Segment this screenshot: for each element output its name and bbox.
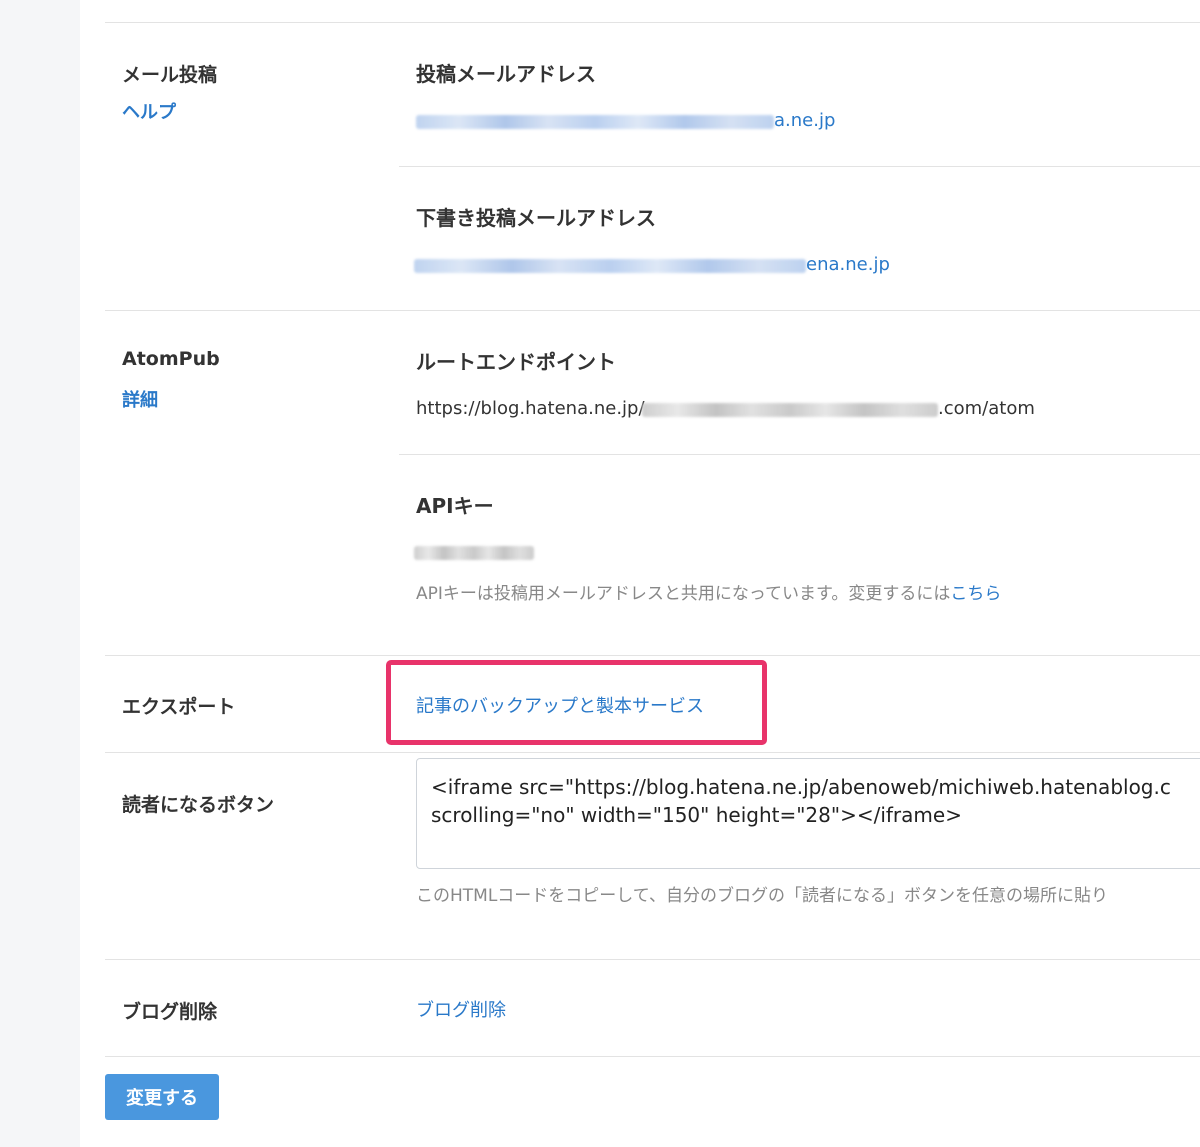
subscribe-code-note: このHTMLコードをコピーして、自分のブログの「読者になる」ボタンを任意の場所に…: [416, 886, 1108, 906]
submit-changes-button[interactable]: 変更する: [105, 1074, 219, 1120]
divider: [105, 1056, 1200, 1057]
draft-address-title: 下書き投稿メールアドレス: [416, 206, 656, 230]
export-label: エクスポート: [122, 696, 236, 718]
endpoint-prefix: https://blog.hatena.ne.jp/: [416, 398, 645, 419]
redacted-draft-address: [414, 259, 806, 273]
mail-post-help-link[interactable]: ヘルプ: [122, 98, 176, 124]
left-sidebar-strip: [0, 0, 80, 1147]
settings-content: メール投稿 ヘルプ 投稿メールアドレス a.ne.jp 下書き投稿メールアドレス…: [80, 0, 1200, 1147]
divider: [399, 454, 1200, 455]
delete-blog-link[interactable]: ブログ削除: [416, 996, 506, 1022]
root-endpoint-title: ルートエンドポイント: [416, 350, 616, 374]
divider: [105, 22, 1200, 23]
redacted-post-address: [416, 115, 774, 129]
divider: [105, 655, 1200, 656]
divider: [105, 752, 1200, 753]
draft-address-link[interactable]: ena.ne.jp: [806, 254, 890, 275]
redacted-api-key: [414, 546, 534, 560]
mail-post-label: メール投稿: [122, 64, 218, 86]
api-key-note-text: APIキーは投稿用メールアドレスと共用になっています。変更するには: [416, 584, 951, 604]
divider: [105, 310, 1200, 311]
delete-blog-label: ブログ削除: [122, 1001, 218, 1023]
divider: [399, 166, 1200, 167]
endpoint-suffix: .com/atom: [938, 398, 1035, 419]
subscribe-code-textarea[interactable]: <iframe src="https://blog.hatena.ne.jp/a…: [416, 758, 1200, 869]
api-key-note: APIキーは投稿用メールアドレスと共用になっています。変更するにはこちら: [416, 579, 1001, 604]
api-key-title: APIキー: [416, 494, 494, 518]
atompub-detail-link[interactable]: 詳細: [122, 386, 158, 412]
post-address-link[interactable]: a.ne.jp: [774, 110, 835, 131]
export-backup-link[interactable]: 記事のバックアップと製本サービス: [416, 692, 704, 718]
atompub-label: AtomPub: [122, 348, 220, 370]
divider: [105, 959, 1200, 960]
redacted-endpoint: [642, 403, 938, 417]
post-address-title: 投稿メールアドレス: [416, 62, 596, 86]
api-key-change-link[interactable]: こちら: [950, 584, 1001, 604]
subscribe-button-label: 読者になるボタン: [122, 794, 275, 816]
